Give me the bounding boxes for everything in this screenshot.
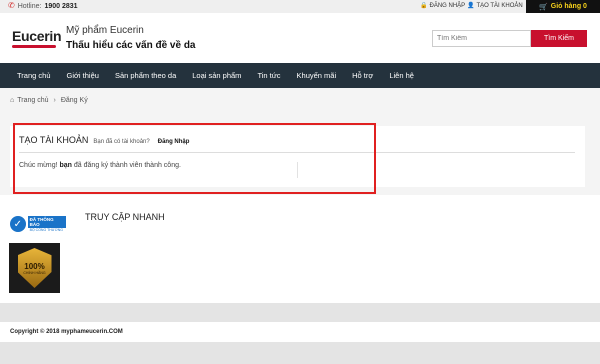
home-icon: ⌂: [10, 97, 15, 104]
brand-block: Mỹ phẩm Eucerin Thấu hiểu các vấn đề về …: [66, 25, 196, 51]
brand-tagline: Thấu hiểu các vấn đề về da: [66, 40, 196, 51]
breadcrumb: ⌂ Trang chủ › Đăng Ký: [0, 88, 600, 113]
register-link[interactable]: 👤 TẠO TÀI KHOẢN: [467, 2, 523, 10]
search-button[interactable]: Tìm Kiếm: [531, 30, 587, 47]
phone-icon: ✆: [8, 1, 15, 10]
eucerin-logo[interactable]: Eucerin: [12, 28, 62, 48]
search-input[interactable]: [432, 30, 531, 47]
bct-line2: BỘ CÔNG THƯƠNG: [29, 228, 63, 232]
login-link[interactable]: 🔒 ĐĂNG NHẬP: [420, 2, 466, 10]
nav-item-support[interactable]: Hỗ trợ: [352, 71, 373, 80]
authentic-seal: 100% CHÍNH HÃNG: [9, 243, 60, 293]
bct-badge[interactable]: ✓ ĐÃ THÔNG BÁO BỘ CÔNG THƯƠNG: [10, 215, 66, 233]
footer-area: ✓ ĐÃ THÔNG BÁO BỘ CÔNG THƯƠNG TRUY CẬP N…: [0, 195, 600, 303]
hotline-label: Hotline:: [17, 2, 42, 10]
nav-item-about[interactable]: Giới thiệu: [67, 71, 99, 80]
breadcrumb-home[interactable]: Trang chủ: [17, 97, 48, 104]
logo-text: Eucerin: [12, 28, 62, 44]
main-nav: Trang chủ Giới thiệu Sản phẩm theo da Lo…: [0, 63, 600, 88]
hotline-number[interactable]: 1900 2831: [44, 3, 77, 10]
lock-icon: 🔒: [420, 3, 428, 9]
copyright: Copyright © 2018 myphameucerin.COM: [0, 322, 600, 342]
user-plus-icon: 👤: [467, 3, 475, 9]
register-label: TẠO TÀI KHOẢN: [476, 2, 523, 9]
nav-item-products-by-skin[interactable]: Sản phẩm theo da: [115, 71, 176, 80]
cart-icon: 🛒: [539, 3, 548, 11]
site-header: Eucerin Mỹ phẩm Eucerin Thấu hiểu các vấ…: [0, 13, 600, 63]
bottom-strip: [0, 342, 600, 364]
cart-button[interactable]: 🛒 Giỏ hàng 0: [526, 0, 600, 13]
login-label: ĐĂNG NHẬP: [429, 2, 466, 9]
brand-name: Mỹ phẩm Eucerin: [66, 25, 144, 36]
nav-item-contact[interactable]: Liên hệ: [389, 71, 414, 80]
top-bar: ✆ Hotline: 1900 2831 🔒 ĐĂNG NHẬP 👤 TẠO T…: [0, 0, 600, 13]
quick-access-title: TRUY CẬP NHANH: [85, 212, 165, 222]
cart-label: Giỏ hàng 0: [550, 3, 587, 10]
shield-icon: 100% CHÍNH HÃNG: [17, 248, 52, 288]
nav-item-product-types[interactable]: Loại sản phẩm: [192, 71, 241, 80]
check-icon: ✓: [10, 216, 26, 232]
seal-label: CHÍNH HÃNG: [23, 270, 46, 275]
breadcrumb-current: Đăng Ký: [60, 97, 88, 104]
logo-swoosh: [12, 45, 56, 48]
search-box: Tìm Kiếm: [432, 30, 587, 47]
nav-item-news[interactable]: Tin tức: [257, 71, 280, 80]
nav-item-home[interactable]: Trang chủ: [17, 71, 51, 80]
breadcrumb-separator: ›: [53, 97, 56, 104]
bct-text: ĐÃ THÔNG BÁO BỘ CÔNG THƯƠNG: [27, 216, 66, 232]
footer-spacer: [0, 303, 600, 322]
nav-item-promotions[interactable]: Khuyến mãi: [297, 71, 337, 80]
bct-line1: ĐÃ THÔNG BÁO: [27, 216, 66, 228]
hotline: ✆ Hotline: 1900 2831: [8, 2, 78, 10]
highlight-box: [13, 123, 376, 194]
seal-percent: 100%: [24, 261, 45, 271]
